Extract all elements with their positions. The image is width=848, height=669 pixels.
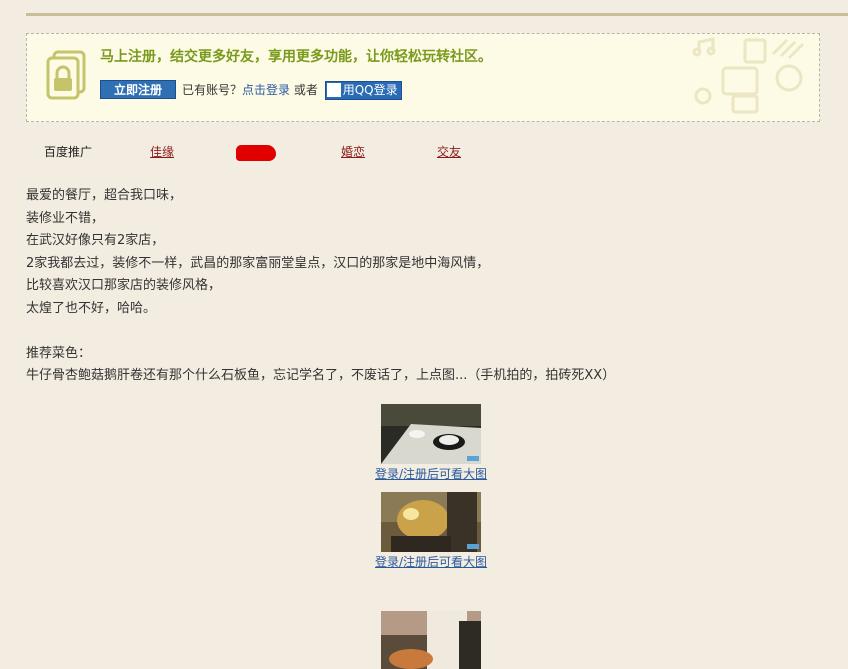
decorative-media-icons — [692, 37, 805, 114]
post-line: 最爱的餐厅，超合我口味， — [26, 188, 183, 203]
view-large-link-2[interactable]: 登录/注册后可看大图 — [375, 553, 487, 570]
register-prompt: 马上注册，结交更多好友，享用更多功能，让你轻松玩转社区。 — [100, 49, 492, 65]
post-content: 最爱的餐厅，超合我口味， 装修业不错， 在武汉好像只有2家店， 2家我都去过，装… — [26, 185, 615, 388]
ad-link-jiaoyou[interactable]: 交友 — [437, 143, 461, 160]
top-divider — [26, 13, 848, 16]
photo-table-icon — [381, 404, 481, 464]
post-image-2[interactable] — [381, 492, 481, 552]
photo-lamp-icon — [381, 492, 481, 552]
post-line: 太煌了也不好，哈哈。 — [26, 300, 157, 316]
ad-link-hunlian[interactable]: 婚恋 — [341, 143, 365, 160]
qq-penguin-icon — [326, 82, 341, 97]
dishes-text: 牛仔骨杏鲍菇鹅肝卷还有那个什么石板鱼，忘记学名了，不废话了，上点图...（手机拍… — [26, 368, 616, 383]
photo-dish-icon — [381, 611, 481, 669]
register-button[interactable]: 立即注册 — [100, 80, 176, 99]
or-text: 或者 — [293, 83, 318, 97]
post-line: 在武汉好像只有2家店， — [26, 233, 165, 248]
post-image-1[interactable] — [381, 404, 481, 464]
login-link[interactable]: 点击登录 — [242, 83, 290, 97]
post-line: 2家我都去过，装修不一样，武昌的那家富丽堂皇点，汉口的那家是地中海风情， — [26, 255, 490, 271]
ad-link-jiayuan[interactable]: 佳缘 — [150, 143, 174, 160]
dishes-title: 推荐菜色： — [26, 345, 92, 361]
qq-login-button[interactable]: 用QQ登录 — [324, 81, 402, 100]
post-line: 比较喜欢汉口那家店的装修风格， — [26, 278, 222, 293]
post-image-3[interactable] — [381, 611, 481, 669]
register-banner: 马上注册，结交更多好友，享用更多功能，让你轻松玩转社区。 立即注册 已有账号？点… — [26, 33, 820, 122]
have-account-text: 已有账号？ — [182, 83, 243, 97]
lock-document-icon — [46, 50, 86, 100]
ad-label: 百度推广 — [44, 145, 93, 159]
redacted-mark — [236, 145, 276, 161]
view-large-link-1[interactable]: 登录/注册后可看大图 — [375, 465, 487, 482]
qq-login-label: 用QQ登录 — [342, 83, 398, 97]
post-line: 装修业不错， — [26, 210, 105, 226]
login-line: 已有账号？点击登录 或者 用QQ登录 — [182, 81, 402, 100]
